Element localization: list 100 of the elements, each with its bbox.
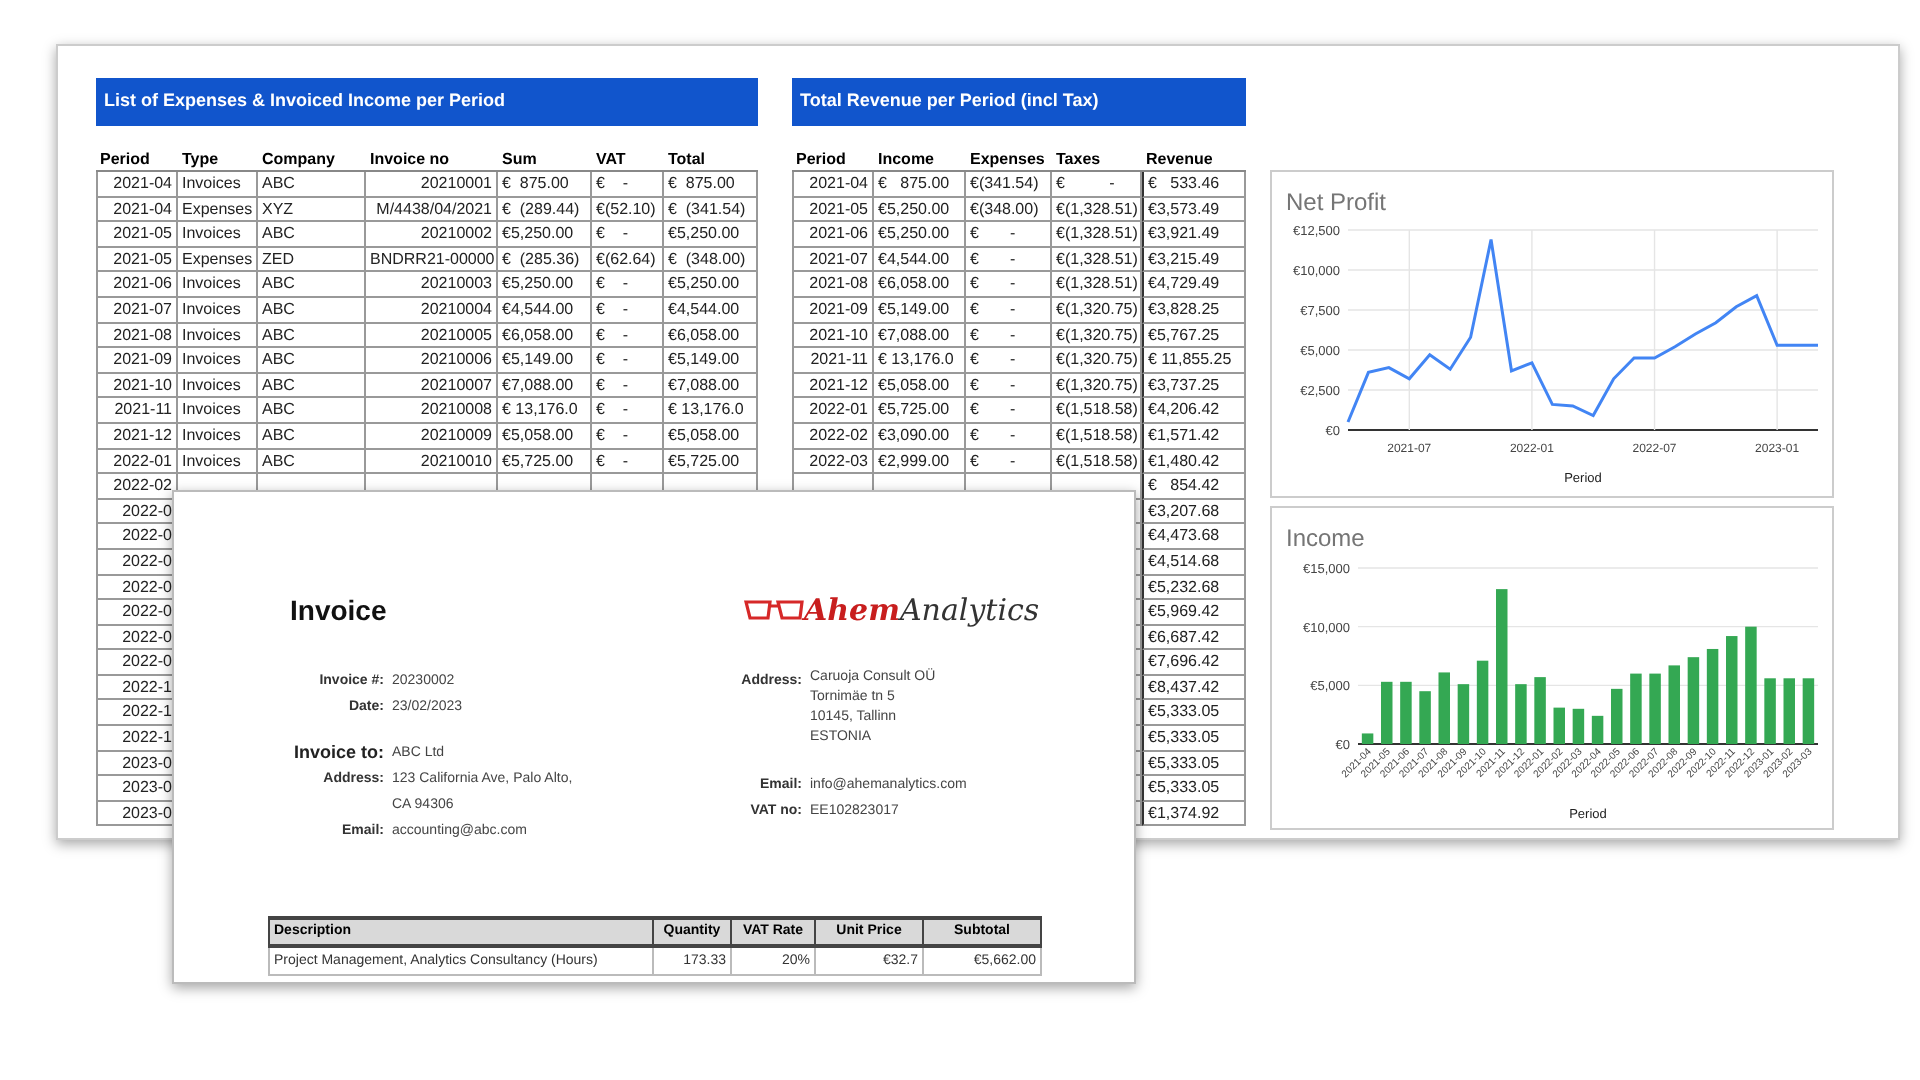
table-cell: Invoices: [178, 297, 258, 324]
table-cell: 2021-11: [792, 348, 874, 374]
table-cell: €5,058.00: [498, 423, 592, 450]
table-cell: 2021-04: [792, 172, 874, 198]
table-cell: ABC: [258, 398, 366, 424]
table-cell: Invoices: [178, 449, 258, 475]
column-header: Taxes: [1054, 150, 1103, 170]
column-header: Type: [180, 150, 221, 170]
bar: [1553, 707, 1565, 744]
table-cell: Invoices: [178, 423, 258, 450]
chart-title: Net Profit: [1286, 188, 1387, 216]
table-cell: €3,207.68: [1142, 499, 1246, 525]
table-cell: € -: [966, 297, 1052, 324]
table-cell: €8,437.42: [1142, 675, 1246, 701]
table-cell: 20210006: [366, 348, 498, 374]
field-label: Invoice to:: [291, 740, 386, 766]
table-cell: € -: [592, 423, 664, 450]
table-cell: €(1,518.58): [1052, 449, 1142, 475]
table-cell: €6,058.00: [498, 323, 592, 349]
table-cell: ABC: [258, 297, 366, 324]
table-cell: €5,149.00: [664, 348, 758, 374]
table-cell: 2021-10: [96, 373, 178, 399]
table-cell: 20210003: [366, 272, 498, 298]
table-cell: € (348.00): [664, 247, 758, 273]
bar: [1572, 708, 1585, 744]
table-cell: €(1,518.58): [1052, 423, 1142, 450]
column-header: Sum: [500, 150, 539, 170]
table-cell: 2021-07: [96, 297, 178, 324]
column-header: Total: [666, 150, 708, 170]
table-cell: €7,088.00: [874, 323, 966, 349]
bar: [1381, 681, 1393, 744]
table-cell: € -: [966, 272, 1052, 298]
table-cell: 2021-05: [96, 247, 178, 273]
column-header: Expenses: [968, 150, 1047, 170]
table-cell: €5,250.00: [498, 272, 592, 298]
table-cell: € -: [592, 348, 664, 374]
table-cell: Invoices: [178, 272, 258, 298]
bar: [1438, 672, 1450, 744]
table-cell: € -: [592, 297, 664, 324]
table-cell: € -: [592, 172, 664, 198]
table-cell: €7,696.42: [1142, 650, 1246, 676]
table-cell: €3,215.49: [1142, 247, 1246, 273]
table-cell: 20210004: [366, 297, 498, 324]
bar: [1457, 684, 1470, 744]
table-cell: €5,058.00: [664, 423, 758, 450]
table-cell: 2021-12: [792, 373, 874, 399]
table-cell: 2021-09: [792, 297, 874, 324]
table-cell: €5,250.00: [664, 272, 758, 298]
bar: [1687, 657, 1700, 744]
table-cell: €5,250.00: [874, 222, 966, 248]
bar: [1630, 673, 1642, 744]
table-cell: €4,729.49: [1142, 272, 1246, 298]
table-cell: € -: [966, 449, 1052, 475]
bar: [1534, 677, 1546, 744]
table-cell: ABC: [258, 423, 366, 450]
table-cell: €(341.54): [966, 172, 1052, 198]
bar: [1802, 678, 1815, 744]
table-cell: €3,737.25: [1142, 373, 1246, 399]
table-cell: €4,514.68: [1142, 549, 1246, 575]
table-cell: €4,544.00: [874, 247, 966, 273]
table-cell: €(1,320.75): [1052, 297, 1142, 324]
table-cell: ABC: [258, 348, 366, 374]
table-cell: €(1,328.51): [1052, 197, 1142, 223]
table-cell: €3,573.49: [1142, 197, 1246, 223]
table-cell: € 875.00: [874, 172, 966, 198]
table-cell: € -: [966, 323, 1052, 349]
table-cell: ABC: [258, 222, 366, 248]
table-cell: €(1,320.75): [1052, 348, 1142, 374]
table-cell: € -: [592, 323, 664, 349]
table-cell: ABC: [258, 172, 366, 198]
table-cell: 20210001: [366, 172, 498, 198]
table-cell: 2021-12: [96, 423, 178, 450]
column-header: Period: [98, 150, 152, 170]
chart-title: Income: [1286, 524, 1365, 552]
table-cell: €7,088.00: [664, 373, 758, 399]
column-header: Invoice no: [368, 150, 452, 170]
table-cell: 2021-08: [792, 272, 874, 298]
glasses-icon: [744, 598, 804, 622]
table-cell: €3,828.25: [1142, 297, 1246, 324]
table-title: List of Expenses & Invoiced Income per Period: [96, 78, 758, 126]
table-cell: ABC: [258, 449, 366, 475]
table-cell: 2021-05: [792, 197, 874, 223]
bar: [1400, 681, 1412, 744]
table-cell: ABC: [258, 323, 366, 349]
table-cell: € 13,176.0: [664, 398, 758, 424]
table-cell: €3,921.49: [1142, 222, 1246, 248]
table-cell: €7,088.00: [498, 373, 592, 399]
table-cell: € (341.54): [664, 197, 758, 223]
table-cell: €(1,328.51): [1052, 247, 1142, 273]
invoice-title: Invoice: [290, 592, 389, 628]
table-cell: 2022-01: [792, 398, 874, 424]
table-cell: €5,767.25: [1142, 323, 1246, 349]
table-cell: XYZ: [258, 197, 366, 223]
table-cell: Invoices: [178, 222, 258, 248]
column-header: Income: [876, 150, 937, 170]
table-cell: 2021-11: [96, 398, 178, 424]
bar: [1649, 673, 1661, 744]
table-cell: 2021-09: [96, 348, 178, 374]
table-cell: €5,250.00: [498, 222, 592, 248]
table-cell: Invoices: [178, 373, 258, 399]
